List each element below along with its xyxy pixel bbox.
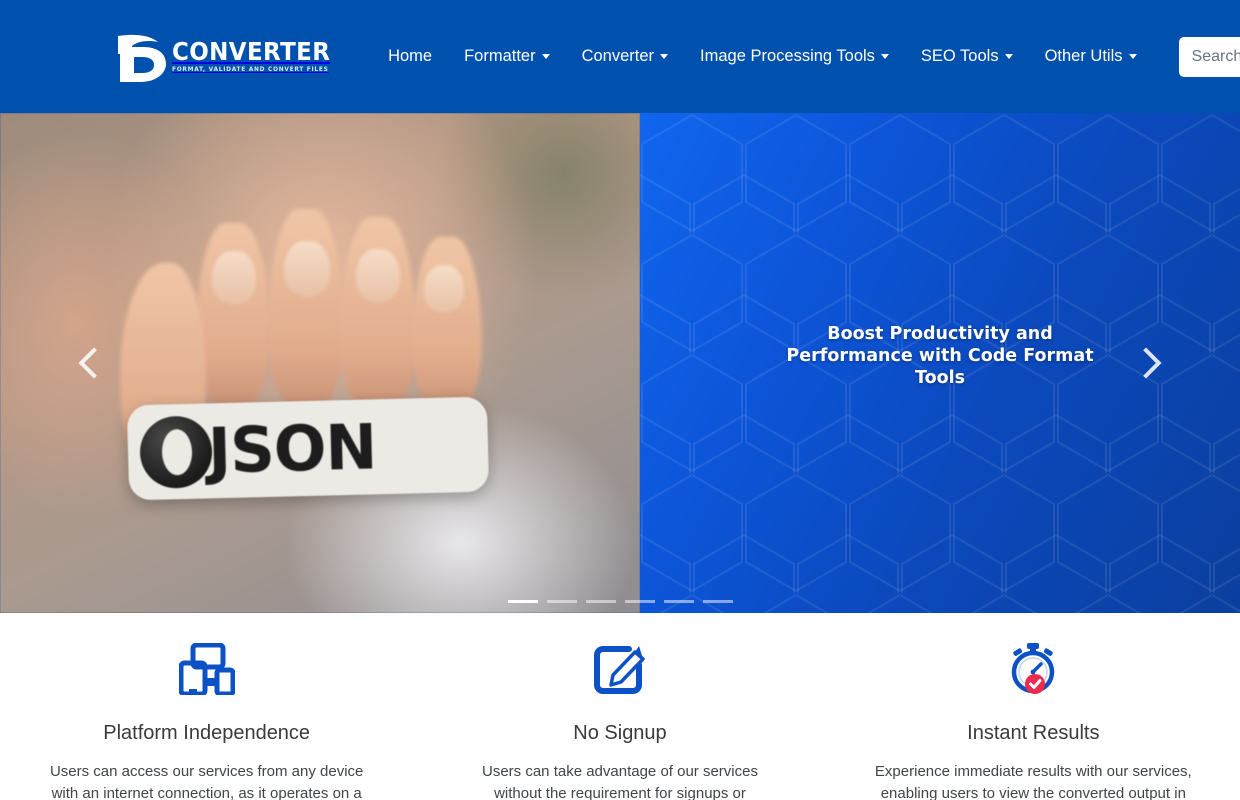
- chevron-down-icon: [1128, 54, 1137, 59]
- chevron-down-icon: [880, 54, 889, 59]
- nav-item-home-label: Home: [388, 47, 433, 65]
- carousel-slides: JSON Boost Productivity and Performance …: [0, 113, 1240, 613]
- nav-item-seo-tools[interactable]: SEO Tools: [905, 39, 1029, 74]
- json-sticker: JSON: [126, 396, 490, 501]
- carousel-prev-button[interactable]: [52, 113, 136, 613]
- multi-device-icon: [40, 639, 373, 699]
- edit-document-icon: [453, 639, 786, 699]
- letter-d-swoosh-logo-icon: [114, 28, 170, 86]
- carousel-indicator-4[interactable]: [624, 600, 655, 603]
- feature-title: Instant Results: [967, 722, 1100, 744]
- feature-description: Users can access our services from any d…: [49, 763, 364, 800]
- stopwatch-check-icon: [867, 639, 1200, 699]
- nav-item-other-utils-label: Other Utils: [1044, 47, 1123, 65]
- features-section: Platform Independence Users can access o…: [0, 613, 1240, 800]
- nav-item-image-processing-tools-label: Image Processing Tools: [700, 47, 875, 65]
- feature-no-signup: No Signup Users can take advantage of ou…: [413, 639, 826, 800]
- carousel-next-button[interactable]: [1104, 113, 1188, 613]
- feature-description: Users can take advantage of our services…: [482, 763, 758, 800]
- nav-item-home[interactable]: Home: [372, 39, 448, 74]
- chevron-down-icon: [660, 54, 669, 59]
- carousel-indicator-6[interactable]: [702, 600, 733, 603]
- nav-item-formatter-label: Formatter: [464, 47, 536, 65]
- carousel-indicator-2[interactable]: [546, 600, 577, 603]
- nav-links: Home Formatter Converter Image Processin…: [372, 0, 1152, 113]
- chevron-down-icon: [541, 54, 550, 59]
- nav-item-converter-label: Converter: [581, 47, 655, 65]
- hero-carousel: JSON Boost Productivity and Performance …: [0, 113, 1240, 613]
- chevron-right-icon: [1130, 347, 1162, 379]
- feature-platform-independence: Platform Independence Users can access o…: [0, 639, 413, 800]
- nav-item-image-processing-tools[interactable]: Image Processing Tools: [684, 39, 905, 74]
- feature-title: No Signup: [573, 722, 667, 744]
- json-sticker-text: JSON: [207, 410, 378, 488]
- nav-item-other-utils[interactable]: Other Utils: [1029, 39, 1153, 74]
- feature-title: Platform Independence: [103, 722, 311, 744]
- carousel-indicator-1[interactable]: [507, 600, 538, 603]
- top-navbar: CONVERTER FORMAT, VALIDATE AND CONVERT F…: [0, 0, 1240, 113]
- chevron-left-icon: [78, 347, 110, 379]
- nav-item-formatter[interactable]: Formatter: [448, 39, 566, 74]
- feature-instant-results: Instant Results Experience immediate res…: [827, 639, 1240, 800]
- feature-description: Experience immediate results with our se…: [874, 763, 1192, 800]
- search-input[interactable]: [1178, 36, 1240, 77]
- nav-item-seo-tools-label: SEO Tools: [920, 47, 999, 65]
- carousel-indicators: [0, 600, 1240, 603]
- brand-tagline: FORMAT, VALIDATE AND CONVERT FILES: [172, 66, 329, 74]
- brand-text-block: CONVERTER FORMAT, VALIDATE AND CONVERT F…: [172, 39, 344, 73]
- search-area: [1178, 36, 1240, 77]
- chevron-down-icon: [1004, 54, 1013, 59]
- carousel-indicator-3[interactable]: [585, 600, 616, 603]
- carousel-indicator-5[interactable]: [663, 600, 694, 603]
- json-logo-ring-icon: [139, 414, 213, 489]
- brand-logo-link[interactable]: CONVERTER FORMAT, VALIDATE AND CONVERT F…: [114, 27, 344, 87]
- brand-name: CONVERTER: [172, 37, 331, 67]
- nav-item-converter[interactable]: Converter: [566, 39, 684, 74]
